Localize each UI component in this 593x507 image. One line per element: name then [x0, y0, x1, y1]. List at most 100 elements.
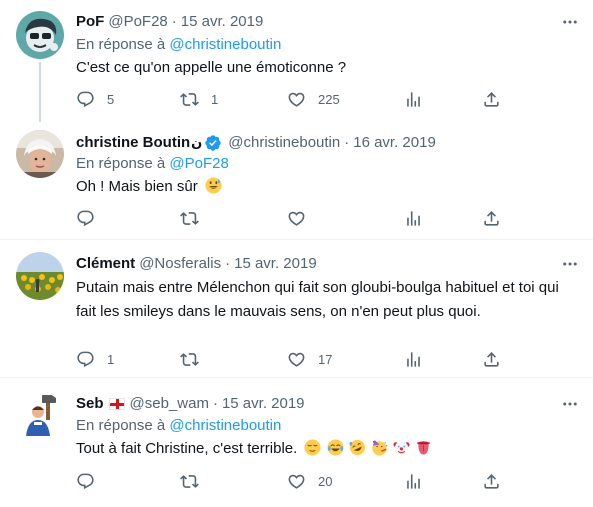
- author-handle[interactable]: @seb_wam: [130, 394, 209, 414]
- tweet-text-line: Putain mais entre Mélenchon qui fait son…: [76, 279, 559, 296]
- reply-count: 1: [107, 351, 115, 367]
- verified-badge-icon: [205, 135, 221, 151]
- tweet-date[interactable]: 15 avr. 2019: [181, 12, 264, 32]
- tweet-date[interactable]: 16 avr. 2019: [353, 133, 436, 153]
- action-bar: 5 1 225: [68, 89, 508, 109]
- views-icon: [407, 91, 420, 107]
- reply-context: En réponse à @PoF28: [76, 154, 229, 174]
- share-icon: [484, 351, 499, 367]
- reply-prefix: En réponse à: [76, 417, 166, 434]
- views-button[interactable]: [404, 208, 423, 228]
- avatar-christineboutin[interactable]: [16, 130, 64, 178]
- retweet-count: 1: [211, 91, 219, 107]
- views-button[interactable]: [404, 349, 423, 369]
- author-name[interactable]: Seb: [76, 394, 104, 414]
- retweet-button[interactable]: [180, 349, 199, 369]
- author-handle[interactable]: @christineboutin: [228, 133, 340, 153]
- retweet-icon: [180, 474, 199, 488]
- share-icon: [484, 91, 499, 107]
- author-name[interactable]: PoF: [76, 12, 104, 32]
- author-name[interactable]: Clément: [76, 254, 135, 274]
- thread-connector: [39, 62, 41, 122]
- reply-count: 5: [107, 91, 115, 107]
- grinning-sweat-emoji: [205, 177, 222, 194]
- reply-button[interactable]: [76, 471, 95, 491]
- tweet-clement[interactable]: Clément @Nosferalis · 15 avr. 2019 Putai…: [0, 240, 593, 376]
- more-icon[interactable]: [561, 13, 579, 31]
- relieved-face-emoji: [304, 439, 321, 456]
- tweet-pof[interactable]: PoF @PoF28 · 15 avr. 2019 En réponse à @…: [0, 0, 593, 124]
- tweet-date[interactable]: 15 avr. 2019: [234, 254, 317, 274]
- avatar-clement[interactable]: [16, 252, 64, 300]
- retweet-icon: [180, 211, 199, 225]
- tweet-text: Putain mais entre Mélenchon qui fait son…: [76, 276, 588, 324]
- like-icon: [288, 352, 305, 367]
- author-name[interactable]: christine Boutin: [76, 133, 190, 153]
- like-icon: [288, 474, 305, 489]
- retweet-button[interactable]: [180, 208, 199, 228]
- share-button[interactable]: [482, 208, 501, 228]
- retweet-icon: [180, 92, 199, 106]
- partying-face-emoji: [372, 439, 388, 456]
- views-icon: [407, 473, 420, 489]
- tweet-text: Tout à fait Christine, c'est terrible.: [76, 437, 576, 461]
- retweet-button[interactable]: 1: [180, 89, 218, 109]
- reply-icon: [77, 473, 94, 489]
- author-handle[interactable]: @PoF28: [108, 12, 167, 32]
- reply-button[interactable]: 1: [76, 349, 114, 369]
- more-icon[interactable]: [561, 255, 579, 273]
- reply-prefix: En réponse à: [76, 36, 166, 53]
- author-handle[interactable]: @Nosferalis: [139, 254, 221, 274]
- guernsey-flag-icon: [108, 398, 125, 410]
- reply-icon: [77, 210, 94, 226]
- tweet-header: Seb @seb_wam · 15 avr. 2019: [76, 394, 305, 414]
- like-button[interactable]: 20: [287, 471, 332, 491]
- avatar-seb[interactable]: [16, 392, 64, 440]
- more-icon[interactable]: [561, 395, 579, 413]
- share-icon: [484, 473, 499, 489]
- retweet-button[interactable]: [180, 471, 199, 491]
- like-count: 17: [318, 351, 333, 367]
- like-button[interactable]: 225: [287, 89, 340, 109]
- views-icon: [407, 210, 420, 226]
- share-icon: [484, 210, 499, 226]
- tweet-seb[interactable]: Seb @seb_wam · 15 avr. 2019 En réponse à…: [0, 378, 593, 507]
- reply-context: En réponse à @christineboutin: [76, 416, 281, 436]
- tweet-christineboutin[interactable]: christine Boutin ن @christineboutin · 16…: [0, 124, 593, 237]
- tweet-text: C'est ce qu'on appelle une émoticonne ?: [76, 59, 347, 76]
- tears-of-joy-emoji: [327, 439, 344, 456]
- share-button[interactable]: [482, 89, 501, 109]
- views-button[interactable]: [404, 89, 423, 109]
- like-icon: [288, 211, 305, 226]
- tweet-header: PoF @PoF28 · 15 avr. 2019: [76, 12, 263, 32]
- share-button[interactable]: [482, 471, 501, 491]
- views-button[interactable]: [404, 471, 423, 491]
- separator-dot: ·: [225, 255, 231, 272]
- like-button[interactable]: 17: [287, 349, 332, 369]
- tongue-emoji: [417, 441, 431, 455]
- retweet-icon: [180, 352, 199, 366]
- like-button[interactable]: [287, 208, 306, 228]
- share-button[interactable]: [482, 349, 501, 369]
- author-name-suffix: ن: [191, 135, 203, 150]
- reply-button[interactable]: 5: [76, 89, 114, 109]
- like-icon: [288, 92, 305, 107]
- separator-dot: ·: [171, 13, 177, 30]
- tweet-header: Clément @Nosferalis · 15 avr. 2019: [76, 254, 317, 274]
- separator-dot: ·: [212, 395, 218, 412]
- action-bar: [68, 208, 508, 228]
- action-bar: 20: [68, 471, 508, 491]
- reply-mention[interactable]: @PoF28: [169, 155, 228, 172]
- reply-mention[interactable]: @christineboutin: [169, 417, 281, 434]
- avatar-pof[interactable]: [16, 11, 64, 59]
- action-bar: 1 17: [68, 349, 508, 369]
- tweet-date[interactable]: 15 avr. 2019: [222, 394, 305, 414]
- clown-face-emoji: [393, 441, 410, 455]
- tweet-text-line: fait les smileys dans le mauvais sens, o…: [76, 303, 481, 320]
- reply-button[interactable]: [76, 208, 95, 228]
- tweet-text: Oh ! Mais bien sûr: [76, 175, 576, 199]
- reply-context: En réponse à @christineboutin: [76, 35, 281, 55]
- reply-prefix: En réponse à: [76, 155, 166, 172]
- rolling-laughing-emoji: [349, 439, 365, 456]
- reply-mention[interactable]: @christineboutin: [169, 36, 281, 53]
